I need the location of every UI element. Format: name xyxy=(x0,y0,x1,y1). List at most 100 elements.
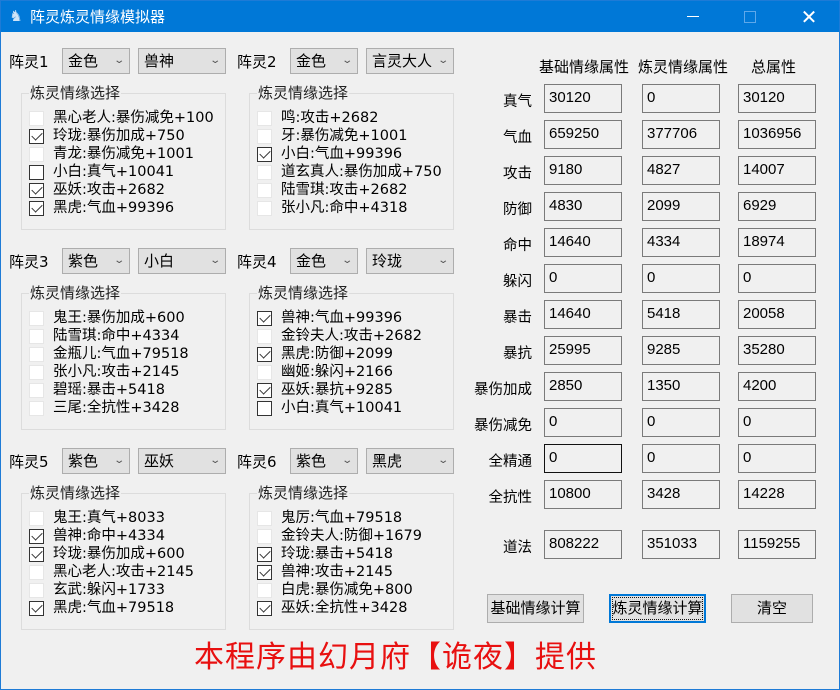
quality-select[interactable]: 紫色 ⌄ xyxy=(62,248,130,274)
refine-value-field[interactable]: 377706 xyxy=(642,120,720,149)
base-value-field[interactable]: 25995 xyxy=(544,336,622,365)
bond-checkbox-row[interactable]: 兽神:气血+99396 xyxy=(257,309,402,327)
bond-checkbox-row[interactable]: 玲珑:暴伤加成+750 xyxy=(29,127,185,145)
chevron-down-icon: ⌄ xyxy=(340,455,353,466)
quality-select[interactable]: 金色 ⌄ xyxy=(290,248,358,274)
chevron-down-icon: ⌄ xyxy=(208,255,221,266)
total-value-field[interactable]: 6929 xyxy=(738,192,816,221)
base-value-field[interactable]: 0 xyxy=(544,408,622,437)
base-value-field[interactable]: 659250 xyxy=(544,120,622,149)
total-value-field[interactable]: 0 xyxy=(738,408,816,437)
checkbox[interactable] xyxy=(257,146,272,162)
refine-value-field[interactable]: 2099 xyxy=(642,192,720,221)
total-value-field[interactable]: 35280 xyxy=(738,336,816,365)
spirit-select[interactable]: 巫妖 ⌄ xyxy=(138,448,226,474)
quality-select[interactable]: 紫色 ⌄ xyxy=(290,448,358,474)
clear-button[interactable]: 清空 xyxy=(731,594,813,623)
base-value-field[interactable]: 14640 xyxy=(544,228,622,257)
bond-checkbox-row[interactable]: 兽神:命中+4334 xyxy=(29,527,165,545)
checkbox[interactable] xyxy=(29,164,44,180)
total-value-field[interactable]: 18974 xyxy=(738,228,816,257)
refine-value-field[interactable]: 9285 xyxy=(642,336,720,365)
group-title: 炼灵情缘选择 xyxy=(257,283,350,303)
bond-checkbox-row[interactable]: 玲珑:暴击+5418 xyxy=(257,545,393,563)
refine-value-field[interactable]: 1350 xyxy=(642,372,720,401)
base-value-field[interactable]: 30120 xyxy=(544,84,622,113)
total-value-field[interactable]: 14228 xyxy=(738,480,816,509)
base-calc-button[interactable]: 基础情缘计算 xyxy=(487,594,584,623)
base-value-field[interactable]: 9180 xyxy=(544,156,622,185)
base-value-field[interactable]: 10800 xyxy=(544,480,622,509)
checkbox[interactable] xyxy=(29,182,44,198)
bond-checkbox-row[interactable]: 黑虎:防御+2099 xyxy=(257,345,393,363)
refine-value-field[interactable]: 0 xyxy=(642,408,720,437)
checkbox[interactable] xyxy=(29,128,44,144)
total-value-field[interactable]: 1036956 xyxy=(738,120,816,149)
checkbox[interactable] xyxy=(29,546,44,562)
total-value-field[interactable]: 20058 xyxy=(738,300,816,329)
total-value-field[interactable]: 30120 xyxy=(738,84,816,113)
bond-label: 道玄真人:暴伤加成+750 xyxy=(281,164,442,180)
quality-select[interactable]: 紫色 ⌄ xyxy=(62,448,130,474)
bond-checkbox-row[interactable]: 黑虎:气血+99396 xyxy=(29,199,174,217)
spirit-select[interactable]: 玲珑 ⌄ xyxy=(366,248,454,274)
checkbox[interactable] xyxy=(29,200,44,216)
bond-checkbox-row[interactable]: 玲珑:暴伤加成+600 xyxy=(29,545,185,563)
bond-checkbox-row[interactable]: 兽神:攻击+2145 xyxy=(257,563,393,581)
spirit-select[interactable]: 兽神 ⌄ xyxy=(138,48,226,74)
check-icon xyxy=(259,346,271,359)
base-value-field[interactable]: 2850 xyxy=(544,372,622,401)
total-value-field[interactable]: 14007 xyxy=(738,156,816,185)
checkbox[interactable] xyxy=(257,346,272,362)
bond-checkbox-row[interactable]: 小白:真气+10041 xyxy=(29,163,174,181)
spirit-select[interactable]: 黑虎 ⌄ xyxy=(366,448,454,474)
base-value-field[interactable]: 14640 xyxy=(544,300,622,329)
bond-label: 黑心老人:暴伤减免+100 xyxy=(53,110,214,126)
base-value-field[interactable]: 0 xyxy=(544,444,622,473)
quality-select[interactable]: 金色 ⌄ xyxy=(290,48,358,74)
refine-value-field[interactable]: 3428 xyxy=(642,480,720,509)
checkbox[interactable] xyxy=(257,546,272,562)
refine-value-field[interactable]: 0 xyxy=(642,264,720,293)
stat-label: 暴抗 xyxy=(503,346,532,362)
bond-checkbox-row[interactable]: 小白:真气+10041 xyxy=(257,399,402,417)
refine-calc-button[interactable]: 炼灵情缘计算 xyxy=(609,594,706,623)
refine-value-field[interactable]: 4827 xyxy=(642,156,720,185)
bond-checkbox-row[interactable]: 巫妖:暴抗+9285 xyxy=(257,381,393,399)
base-value-field[interactable]: 0 xyxy=(544,264,622,293)
maximize-button[interactable] xyxy=(727,1,773,32)
checkbox[interactable] xyxy=(257,382,272,398)
total-value-field[interactable]: 0 xyxy=(738,444,816,473)
refine-value-field[interactable]: 0 xyxy=(642,444,720,473)
group-title: 炼灵情缘选择 xyxy=(29,283,122,303)
checkbox xyxy=(29,310,44,326)
title-bar[interactable]: ♞ 阵灵炼灵情缘模拟器 ✕ xyxy=(1,1,839,32)
spirit-select[interactable]: 言灵大人 ⌄ xyxy=(366,48,454,74)
checkbox[interactable] xyxy=(29,600,44,616)
refine-value-field[interactable]: 0 xyxy=(642,84,720,113)
checkbox[interactable] xyxy=(29,528,44,544)
total-value-field[interactable]: 1159255 xyxy=(738,530,816,559)
refine-value-field[interactable]: 351033 xyxy=(642,530,720,559)
quality-value: 金色 xyxy=(68,52,99,70)
minimize-button[interactable] xyxy=(670,1,716,32)
bond-checkbox-row[interactable]: 黑虎:气血+79518 xyxy=(29,599,174,617)
quality-select[interactable]: 金色 ⌄ xyxy=(62,48,130,74)
checkbox[interactable] xyxy=(257,310,272,326)
header-refine: 炼灵情缘属性 xyxy=(638,58,729,76)
bond-checkbox-row[interactable]: 巫妖:攻击+2682 xyxy=(29,181,165,199)
refine-value-field[interactable]: 5418 xyxy=(642,300,720,329)
close-button[interactable]: ✕ xyxy=(786,1,832,32)
refine-value-field[interactable]: 4334 xyxy=(642,228,720,257)
group-title: 炼灵情缘选择 xyxy=(29,483,122,503)
total-value-field[interactable]: 4200 xyxy=(738,372,816,401)
checkbox[interactable] xyxy=(257,400,272,416)
bond-checkbox-row[interactable]: 小白:气血+99396 xyxy=(257,145,402,163)
checkbox[interactable] xyxy=(257,564,272,580)
checkbox[interactable] xyxy=(257,600,272,616)
spirit-select[interactable]: 小白 ⌄ xyxy=(138,248,226,274)
base-value-field[interactable]: 4830 xyxy=(544,192,622,221)
total-value-field[interactable]: 0 xyxy=(738,264,816,293)
base-value-field[interactable]: 808222 xyxy=(544,530,622,559)
bond-checkbox-row[interactable]: 巫妖:全抗性+3428 xyxy=(257,599,407,617)
